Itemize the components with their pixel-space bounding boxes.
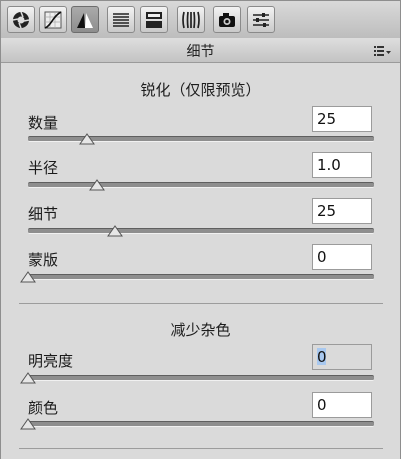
tool-presets[interactable] [247, 6, 275, 33]
masking-slider-thumb[interactable] [20, 271, 36, 283]
hsl-lines-icon [113, 13, 129, 27]
amount-label: 数量 [28, 114, 59, 132]
noise-reduction-section-title: 减少杂色 [170, 321, 231, 339]
radius-label: 半径 [28, 159, 59, 177]
panel-header: 细节 [1, 38, 400, 63]
luminance-slider-thumb[interactable] [20, 372, 36, 384]
amount-slider-thumb[interactable] [78, 133, 95, 145]
detail-slider-track[interactable] [28, 228, 374, 234]
radius-field[interactable] [312, 152, 372, 178]
aperture-icon [12, 11, 30, 29]
panel-title: 细节 [186, 44, 215, 60]
luminance-field[interactable] [312, 344, 372, 370]
masking-slider-track[interactable] [28, 274, 374, 280]
panel-toolbar [1, 1, 400, 39]
lens-corrections-icon [182, 11, 200, 29]
detail-slider-thumb[interactable] [106, 225, 123, 237]
detail-panel-body: 锐化（仅限预览） 数量 半径 细节 蒙版 减少杂色 明亮度 颜色 [1, 63, 400, 459]
luminance-label: 明亮度 [28, 352, 74, 370]
tool-camera-calibration[interactable] [213, 6, 241, 33]
radius-slider-track[interactable] [28, 182, 374, 188]
color-label: 颜色 [28, 399, 59, 417]
detail-triangle-icon [77, 13, 93, 28]
sharpening-section-title: 锐化（仅限预览） [140, 81, 261, 99]
detail-label: 细节 [28, 205, 59, 223]
panel-menu-icon[interactable] [374, 44, 392, 56]
masking-field[interactable] [312, 244, 372, 270]
tool-tone-curve[interactable] [39, 6, 67, 33]
tool-basic[interactable] [7, 6, 35, 33]
color-slider-track[interactable] [28, 421, 374, 427]
tool-detail[interactable] [71, 6, 99, 33]
tool-hsl[interactable] [107, 6, 135, 33]
tool-lens-corrections[interactable] [177, 6, 205, 33]
color-slider-thumb[interactable] [20, 418, 36, 430]
section-divider [19, 303, 383, 304]
tool-split-toning[interactable] [140, 6, 168, 33]
color-field[interactable] [312, 392, 372, 418]
camera-icon [219, 13, 235, 27]
detail-field[interactable] [312, 198, 372, 224]
tone-curve-icon [44, 11, 62, 29]
presets-sliders-icon [253, 13, 269, 27]
detail-panel-window: 细节 锐化（仅限预览） 数量 半径 细节 蒙版 减少杂色 明亮度 [0, 0, 401, 459]
split-toning-icon [146, 12, 162, 28]
masking-label: 蒙版 [28, 251, 59, 269]
radius-slider-thumb[interactable] [89, 179, 106, 191]
bottom-divider [19, 448, 383, 449]
amount-field[interactable] [312, 106, 372, 132]
luminance-slider-track[interactable] [28, 375, 374, 381]
luminance-field-wrap [312, 344, 372, 370]
